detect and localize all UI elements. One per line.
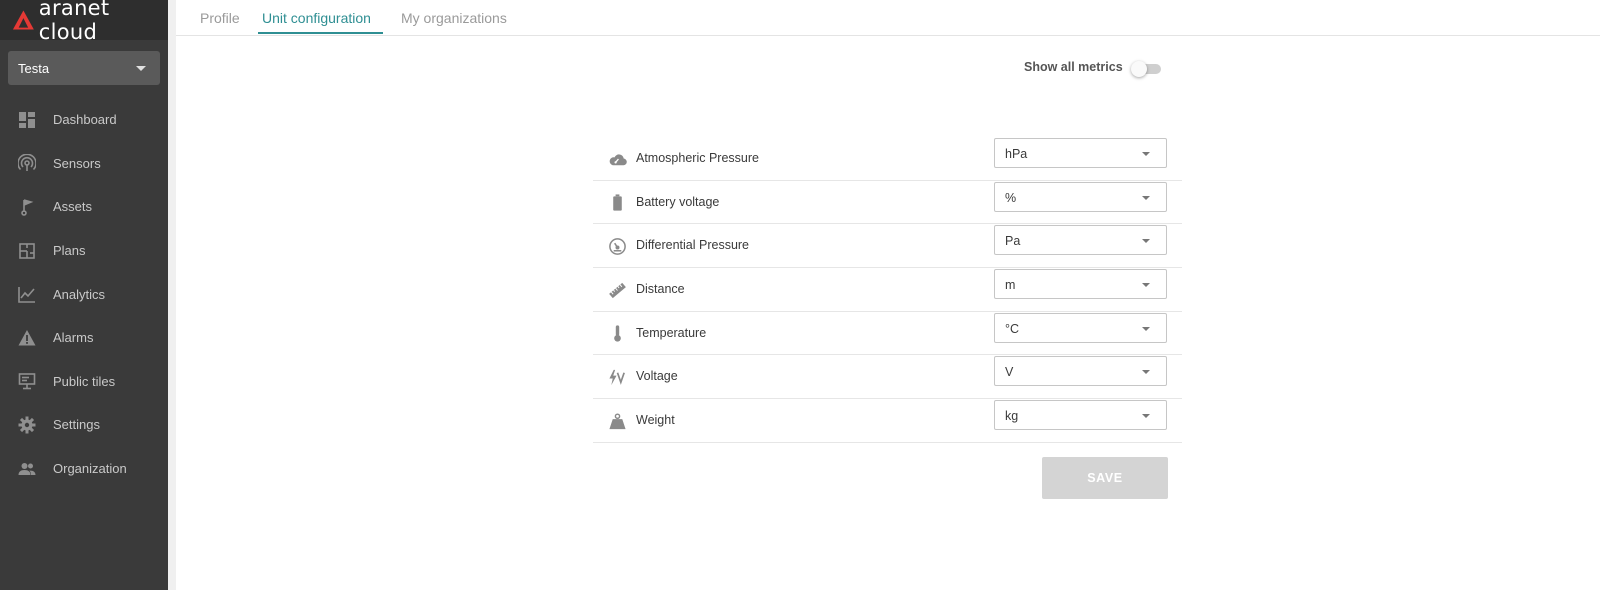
sidebar: aranet cloud Testa Dashboard Sensors Ass… xyxy=(0,0,168,590)
logo[interactable]: aranet cloud xyxy=(0,0,168,44)
unit-select-value: °C xyxy=(1005,321,1020,336)
chevron-down-icon xyxy=(1142,370,1150,375)
voltage-icon xyxy=(607,367,627,387)
list-item: Weight kg xyxy=(593,399,1182,443)
list-item: Distance m xyxy=(593,268,1182,312)
sidebar-item-analytics[interactable]: Analytics xyxy=(0,272,168,316)
unit-select-value: hPa xyxy=(1005,147,1028,161)
unit-select-weight[interactable]: kg xyxy=(994,400,1167,431)
battery-icon xyxy=(607,193,627,213)
aranet-logo-icon xyxy=(12,10,34,30)
metric-name: Differential Pressure xyxy=(636,238,750,253)
unit-select-voltage[interactable]: V xyxy=(994,356,1167,387)
gauge-icon xyxy=(607,236,627,256)
unit-configuration-list: Atmospheric Pressure hPa Battery voltage… xyxy=(593,137,1182,443)
sidebar-item-label: Analytics xyxy=(53,286,106,302)
people-icon xyxy=(18,460,36,478)
sidebar-item-label: Settings xyxy=(53,417,100,433)
plans-icon xyxy=(18,242,36,260)
sidebar-item-label: Assets xyxy=(53,199,93,215)
unit-select-temperature[interactable]: °C xyxy=(994,312,1167,343)
metric-name: Atmospheric Pressure xyxy=(636,151,759,165)
metric-name: Distance xyxy=(636,282,685,297)
unit-select-battery-voltage[interactable]: % xyxy=(994,181,1167,212)
unit-select-value: Pa xyxy=(1005,234,1021,249)
unit-select-value: m xyxy=(1005,278,1016,293)
metric-name: Voltage xyxy=(636,369,678,384)
organization-select-value: Testa xyxy=(18,60,50,76)
weight-icon xyxy=(607,411,627,431)
tab-profile[interactable]: Profile xyxy=(200,10,240,26)
sidebar-item-sensors[interactable]: Sensors xyxy=(0,142,168,186)
toggle-knob xyxy=(1131,61,1147,77)
sidebar-divider xyxy=(168,0,176,590)
chevron-down-icon xyxy=(136,65,146,71)
show-all-metrics-label: Show all metrics xyxy=(1024,60,1123,74)
chevron-down-icon xyxy=(1142,239,1150,244)
unit-select-value: % xyxy=(1005,190,1017,205)
assets-icon xyxy=(18,198,36,216)
list-item: Voltage V xyxy=(593,355,1182,400)
chevron-down-icon xyxy=(1142,326,1150,331)
gear-icon xyxy=(18,416,36,434)
sidebar-item-alarms[interactable]: Alarms xyxy=(0,316,168,360)
chevron-down-icon xyxy=(1142,414,1150,419)
unit-select-value: kg xyxy=(1005,409,1019,424)
chevron-down-icon xyxy=(1142,152,1150,156)
organization-select[interactable]: Testa xyxy=(8,51,160,85)
sidebar-item-label: Alarms xyxy=(53,330,94,346)
tab-my-organizations[interactable]: My organizations xyxy=(401,10,507,26)
sidebar-item-label: Plans xyxy=(53,243,86,259)
logo-text: aranet cloud xyxy=(38,0,110,44)
unit-select-distance[interactable]: m xyxy=(994,269,1167,300)
sidebar-item-label: Public tiles xyxy=(53,373,116,389)
dashboard-icon xyxy=(18,111,36,129)
list-item: Temperature °C xyxy=(593,312,1182,356)
sensors-icon xyxy=(18,154,36,172)
sidebar-item-public-tiles[interactable]: Public tiles xyxy=(0,360,168,404)
ruler-icon xyxy=(607,280,627,300)
unit-select-differential-pressure[interactable]: Pa xyxy=(994,225,1167,256)
sidebar-item-plans[interactable]: Plans xyxy=(0,229,168,273)
unit-select-atmospheric-pressure[interactable]: hPa xyxy=(994,138,1167,168)
metric-name: Weight xyxy=(636,413,675,428)
list-item: Battery voltage % xyxy=(593,181,1182,225)
sidebar-item-label: Organization xyxy=(53,461,127,477)
tab-bar: Profile Unit configuration My organizati… xyxy=(176,0,1600,36)
active-tab-indicator xyxy=(258,32,383,34)
chevron-down-icon xyxy=(1142,195,1150,200)
sidebar-item-assets[interactable]: Assets xyxy=(0,185,168,229)
cloud-gauge-icon xyxy=(607,149,627,169)
alarm-warning-icon xyxy=(18,329,36,347)
sidebar-item-label: Dashboard xyxy=(53,112,117,128)
unit-select-value: V xyxy=(1005,365,1014,380)
metric-name: Battery voltage xyxy=(636,194,720,209)
metric-name: Temperature xyxy=(636,325,707,340)
public-tiles-icon xyxy=(18,372,36,390)
list-item: Atmospheric Pressure hPa xyxy=(593,137,1182,181)
list-item: Differential Pressure Pa xyxy=(593,224,1182,269)
tab-unit-configuration[interactable]: Unit configuration xyxy=(262,10,371,26)
save-button[interactable]: SAVE xyxy=(1042,457,1168,499)
sidebar-item-label: Sensors xyxy=(53,155,101,171)
sidebar-item-dashboard[interactable]: Dashboard xyxy=(0,98,168,142)
analytics-icon xyxy=(18,285,36,303)
sidebar-item-organization[interactable]: Organization xyxy=(0,447,168,491)
thermometer-icon xyxy=(607,324,627,344)
sidebar-nav: Dashboard Sensors Assets Plans Analytics xyxy=(0,98,168,490)
sidebar-item-settings[interactable]: Settings xyxy=(0,403,168,447)
show-all-metrics-toggle[interactable] xyxy=(1129,61,1165,77)
chevron-down-icon xyxy=(1142,283,1150,288)
